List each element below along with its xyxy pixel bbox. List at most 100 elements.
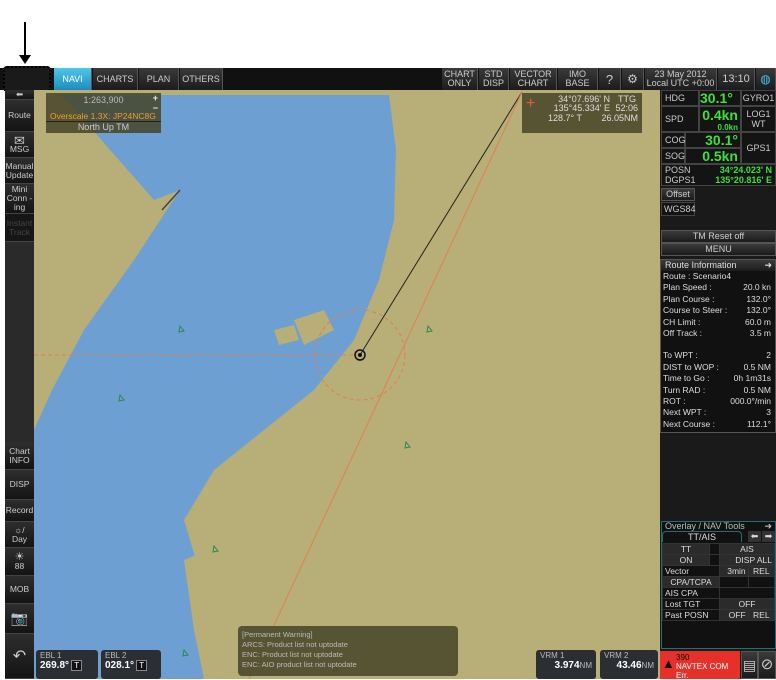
sidebar-item-instant-track[interactable]: Instant Track	[5, 214, 34, 242]
label: To WPT :	[663, 350, 698, 361]
route-info-header[interactable]: Route Information ➜	[661, 260, 775, 271]
silence-icon[interactable]: ⊘	[758, 651, 776, 679]
collapse-arrow-icon[interactable]: ⬅	[5, 90, 34, 100]
orientation-mode[interactable]: North Up TM	[46, 121, 161, 132]
overlay-title: Overlay / NAV Tools	[665, 521, 745, 531]
highlighted-box[interactable]	[3, 66, 51, 92]
vrm1-box[interactable]: VRM 1 3.974NM	[536, 650, 596, 679]
spd-value: 0.4kn	[702, 107, 738, 123]
nautical-chart[interactable]	[34, 90, 660, 679]
sidebar-item-brightness[interactable]: ☀ 88	[5, 548, 34, 576]
sidebar-item-chart-info[interactable]: Chart INFO	[5, 442, 34, 470]
route-info-row: Turn RAD : 0.5 NM	[661, 385, 775, 396]
std-disp-button[interactable]: STD DISP	[479, 68, 509, 90]
chart-only-button[interactable]: CHART ONLY	[442, 68, 478, 90]
imo-base-button[interactable]: IMO BASE	[558, 68, 598, 90]
sidebar-item-record[interactable]: Record	[5, 500, 34, 522]
sidebar-item-mini-conning[interactable]: Mini Conn -ing	[5, 184, 34, 214]
tt-button[interactable]: TT	[661, 543, 711, 555]
arrow-right-icon[interactable]: ➜	[764, 522, 772, 531]
sidebar-item-route[interactable]: Route	[5, 100, 34, 132]
sidebar-item-mob[interactable]: MOB	[5, 576, 34, 604]
value: 3	[766, 407, 771, 418]
label: Plan Course :	[663, 293, 715, 304]
ebl2-mode[interactable]: T	[136, 660, 148, 671]
vector-chart-button[interactable]: VECTOR CHART	[510, 68, 557, 90]
route-name: Route : Scenario4	[661, 271, 775, 282]
hdg-label: HDG	[661, 90, 699, 106]
power-icon[interactable]: ◍	[756, 68, 776, 90]
sidebar-item-day[interactable]: ☼/Day	[5, 522, 34, 548]
route-info-row: ROT : 000.0°/min	[661, 396, 775, 407]
vector-time[interactable]: 3min	[719, 565, 749, 577]
utc-offset: Local UTC +0:00	[646, 78, 715, 88]
spd-label: SPD	[661, 106, 699, 132]
chart-area[interactable]: 1:263,900 + − Overscale 1.3X: JP24NC8G N…	[34, 90, 660, 679]
posn-label: POSN	[665, 165, 691, 175]
spd-sub-value: 0.0kn	[717, 123, 738, 132]
past-posn-label: Past POSN	[661, 609, 721, 621]
help-icon[interactable]: ?	[599, 68, 621, 90]
lost-tgt-value[interactable]: OFF	[719, 598, 775, 610]
label: LOG1	[746, 109, 771, 119]
next-arrow-icon[interactable]: ➡	[762, 531, 775, 542]
camera-icon[interactable]: 📷	[5, 604, 34, 634]
tab-charts[interactable]: CHARTS	[93, 68, 138, 90]
past-posn-value[interactable]: OFF	[719, 609, 749, 621]
value: 0.5 NM	[743, 361, 771, 372]
ebl1-value: 269.8°	[40, 660, 70, 671]
tab-navi[interactable]: NAVI	[54, 68, 92, 90]
disp-all-button[interactable]: DISP ALL	[719, 554, 775, 566]
satellite-icon[interactable]: ⚙	[622, 68, 644, 90]
value: 2	[766, 350, 771, 361]
date-display: 23 May 2012 Local UTC +0:00	[645, 68, 717, 90]
tab-others[interactable]: OTHERS	[180, 68, 223, 90]
warning-line: ENC: AIO product list not uptodate	[242, 660, 357, 669]
tab-tt-ais[interactable]: TT/AIS	[662, 531, 742, 542]
past-posn-mode[interactable]: REL	[747, 609, 776, 621]
annotation-arrowhead	[19, 55, 31, 64]
menu-button[interactable]: MENU	[661, 243, 776, 256]
route-info-row: Off Track : 3.5 m	[661, 328, 775, 339]
alert-box[interactable]: ▲ 390 NAVTEX COM Err.	[660, 651, 740, 680]
label: Next Course :	[663, 418, 715, 429]
right-panel: HDG 30.1° GYRO1 SPD 0.4kn 0.0kn LOG1 WT CO…	[660, 90, 776, 680]
undo-icon[interactable]: ↶	[5, 634, 34, 679]
label: Next WPT :	[663, 407, 707, 418]
cursor-lon: 135°45.334' E	[553, 103, 610, 113]
permanent-warning-box[interactable]: [Permanent Warning] ARCS: Product list n…	[238, 626, 458, 676]
hdg-source[interactable]: GYRO1	[741, 90, 776, 106]
tm-reset-button[interactable]: TM Reset off	[661, 230, 776, 243]
ebl1-mode[interactable]: T	[71, 660, 83, 671]
spd-source[interactable]: LOG1 WT	[741, 106, 776, 132]
alert-list-icon[interactable]: ▤	[741, 651, 758, 679]
sidebar-item-disp[interactable]: DISP	[5, 470, 34, 500]
warning-line: ARCS: Product list not uptodate	[242, 640, 348, 649]
ebl2-box[interactable]: EBL 2 028.1° T	[101, 650, 161, 679]
zoom-out-button[interactable]: −	[153, 103, 158, 113]
zoom-in-button[interactable]: +	[153, 93, 158, 103]
vrm2-unit: NM	[641, 661, 654, 670]
label: DISP	[482, 78, 504, 88]
sidebar-item-msg[interactable]: ✉ MSG	[5, 132, 34, 158]
label: CHART	[517, 78, 549, 88]
chart-scale: 1:263,900	[83, 95, 124, 105]
vrm1-value: 3.974	[554, 660, 580, 671]
sidebar-item-manual-update[interactable]: Manual Update	[5, 158, 34, 184]
vrm2-box[interactable]: VRM 2 43.46NM	[600, 650, 658, 679]
tab-plan[interactable]: PLAN	[139, 68, 179, 90]
ais-button[interactable]: AIS	[719, 543, 775, 555]
ebl1-box[interactable]: EBL 1 269.8° T	[36, 650, 98, 679]
cpa-tcpa-button[interactable]: CPA/TCPA	[661, 576, 721, 588]
prev-arrow-icon[interactable]: ⬅	[748, 531, 761, 542]
cog-source[interactable]: GPS1	[741, 132, 776, 164]
arrow-right-icon: ➜	[764, 260, 772, 270]
posn-source: DGPS1	[665, 175, 696, 185]
label: Plan Speed :	[663, 282, 712, 293]
offset-button[interactable]: Offset	[661, 188, 695, 201]
vector-mode[interactable]: REL	[747, 565, 776, 577]
tt-on-button[interactable]: ON	[661, 554, 711, 566]
ais-cpa-label: AIS CPA	[661, 587, 721, 599]
spd-values: 0.4kn 0.0kn	[699, 106, 741, 132]
value: 0h 1m31s	[733, 373, 771, 384]
